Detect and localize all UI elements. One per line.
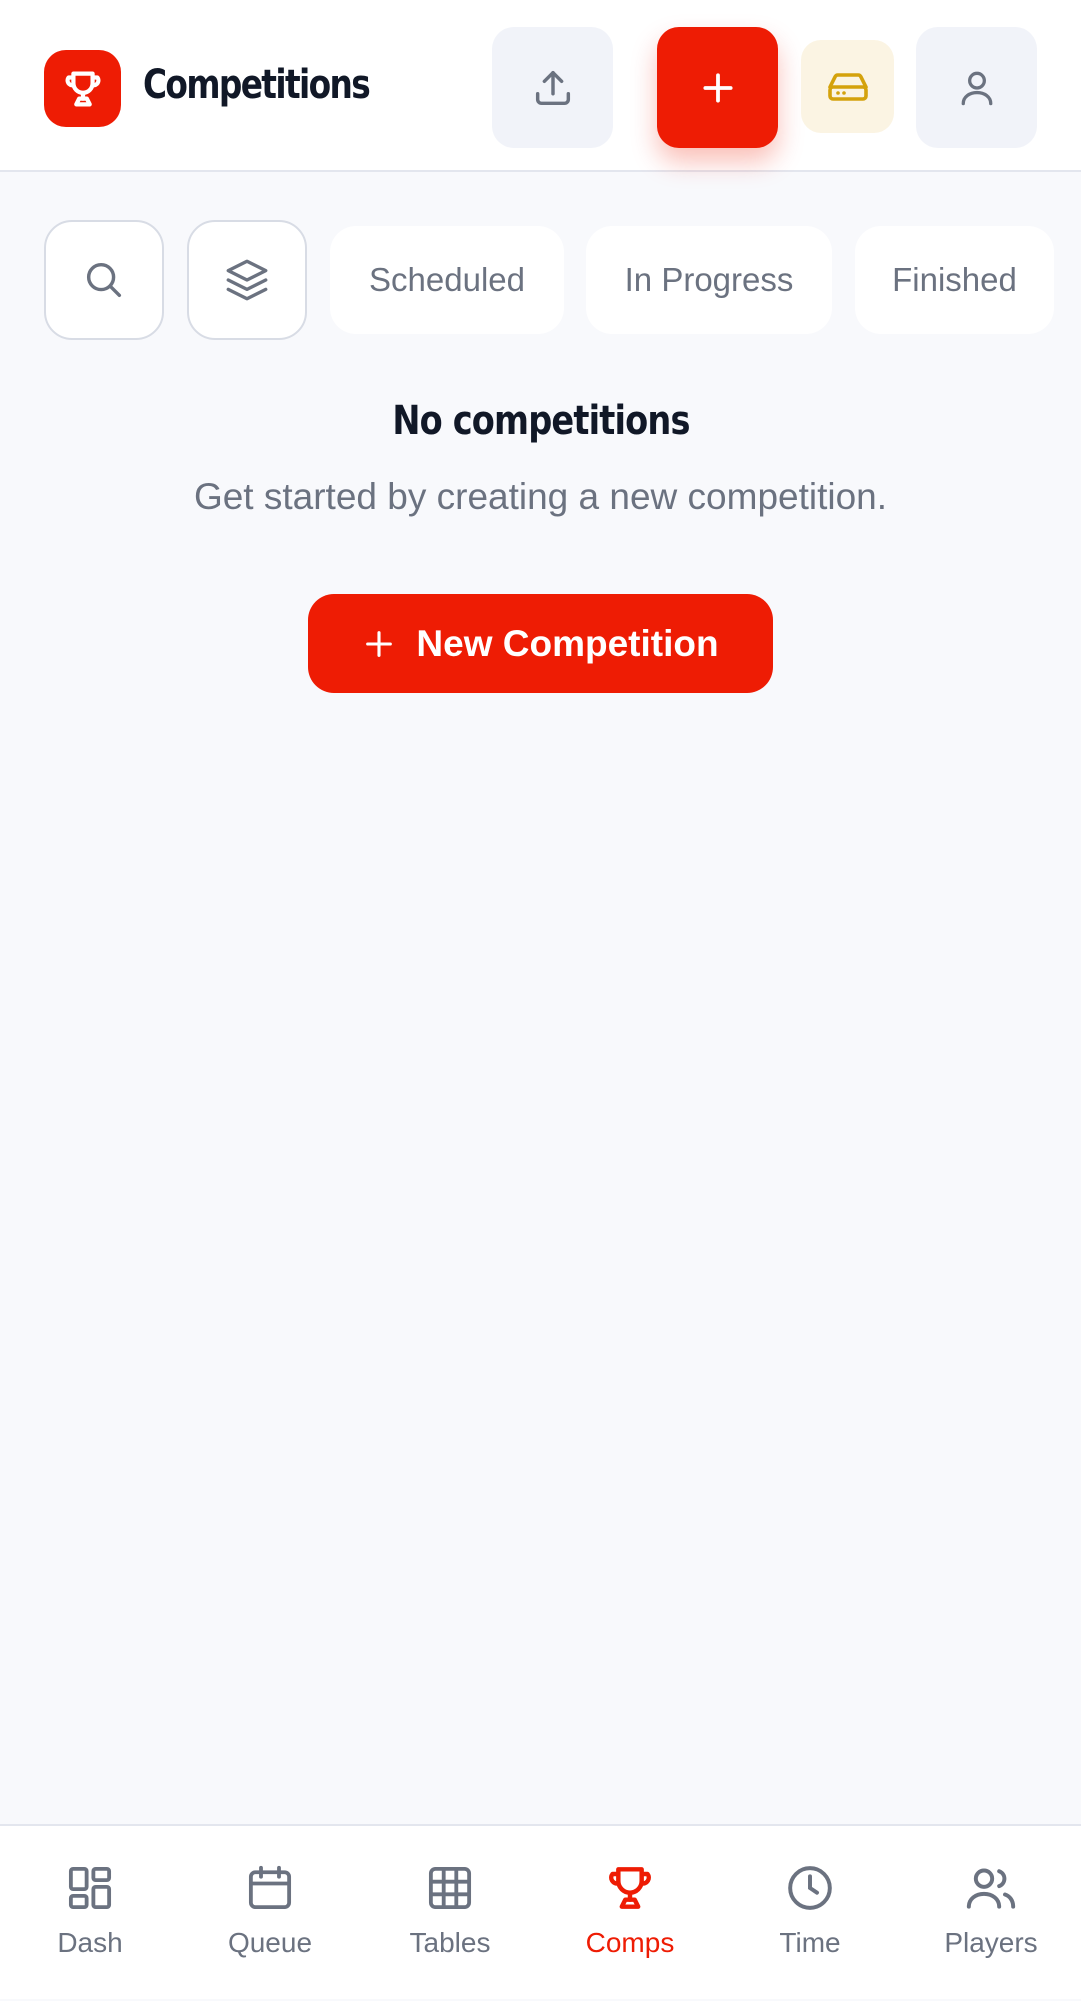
add-competition-button[interactable] — [657, 27, 778, 148]
new-competition-button[interactable]: New Competition — [308, 594, 773, 693]
user-icon — [961, 71, 992, 105]
nav-label-queue: Queue — [227, 1927, 313, 1958]
empty-state-subtitle: Get started by creating a new competitio… — [193, 476, 888, 517]
empty-state-title-text: No competitions — [391, 398, 690, 444]
nav-label-tables: Tables — [409, 1927, 491, 1958]
nav-item-players[interactable]: Players — [901, 1826, 1081, 2001]
calendar-icon — [248, 1865, 292, 1910]
filter-chip-in-progress[interactable]: In Progress — [586, 226, 832, 334]
app-logo — [44, 50, 121, 127]
filter-chip-finished[interactable]: Finished — [855, 226, 1054, 334]
new-competition-label: New Competition — [416, 622, 719, 664]
layers-icon — [226, 259, 268, 301]
search-icon — [86, 262, 122, 298]
clock-icon — [788, 1866, 832, 1910]
layers-button[interactable] — [187, 220, 307, 340]
dashboard-icon — [68, 1866, 112, 1910]
trophy-icon — [609, 1867, 651, 1909]
filter-chip-scheduled[interactable]: Scheduled — [330, 226, 564, 334]
nav-item-comps[interactable]: Comps — [540, 1826, 720, 2001]
nav-item-time[interactable]: Time — [720, 1826, 900, 2001]
hard-drive-icon — [827, 72, 868, 101]
storage-button[interactable] — [801, 40, 894, 133]
nav-item-dash[interactable]: Dash — [0, 1826, 180, 2001]
trophy-icon — [64, 71, 101, 106]
bottom-navigation: Dash Queue Tables Comps Time Players — [0, 1824, 1081, 1999]
nav-item-queue[interactable]: Queue — [180, 1826, 360, 2001]
app-header: Competitions — [0, 0, 1081, 172]
nav-label-dash: Dash — [57, 1927, 123, 1958]
empty-state-title: No competitions — [0, 398, 1081, 444]
page-title: Competitions — [143, 62, 371, 108]
nav-label-comps: Comps — [585, 1927, 675, 1958]
profile-button[interactable] — [916, 27, 1037, 148]
nav-item-tables[interactable]: Tables — [360, 1826, 540, 2001]
nav-label-time: Time — [779, 1927, 841, 1958]
plus-icon — [702, 72, 733, 103]
upload-button[interactable] — [492, 27, 613, 148]
search-button[interactable] — [44, 220, 164, 340]
plus-icon — [366, 630, 393, 657]
users-icon — [966, 1868, 1016, 1909]
upload-icon — [535, 70, 570, 105]
grid-icon — [428, 1866, 472, 1910]
nav-label-players: Players — [944, 1927, 1038, 1958]
